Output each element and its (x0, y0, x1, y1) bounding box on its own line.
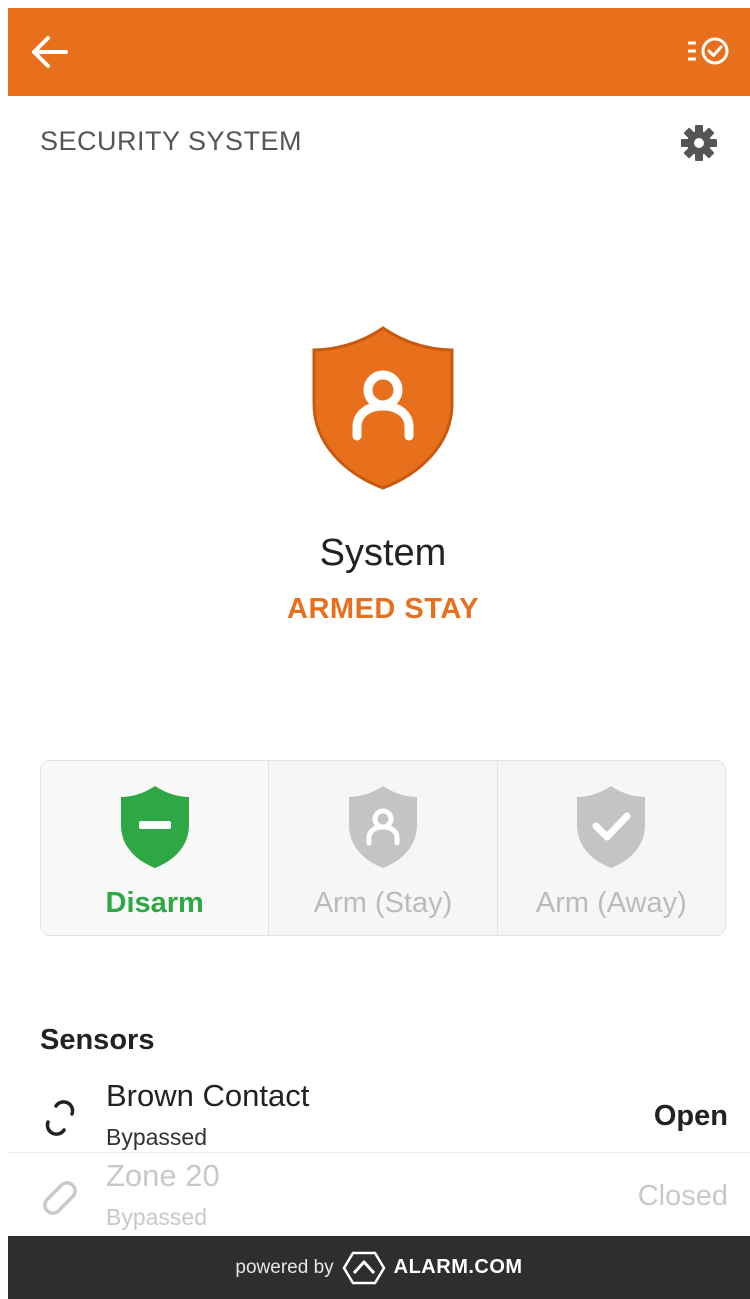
shield-person-icon (348, 786, 417, 868)
broken-link-icon (45, 1100, 75, 1136)
app-frame: SECURITY SYSTEM System ARMED STAY Disarm… (8, 8, 750, 1299)
sensor-status: Open (653, 1100, 728, 1132)
powered-by-text: powered by (235, 1256, 334, 1278)
disarm-label: Disarm (105, 887, 204, 919)
system-name: System (319, 532, 447, 574)
arrow-left-icon (32, 36, 68, 68)
brand-name: ALARM.COM (393, 1256, 523, 1278)
arm-options-panel: Disarm Arm (Stay) Arm (Away) (40, 760, 726, 936)
top-bar (8, 8, 750, 96)
alarm-com-logo-icon (342, 1251, 386, 1284)
sensors-title: Sensors (40, 1024, 155, 1056)
section-title: SECURITY SYSTEM (40, 126, 303, 156)
arm-away-button[interactable]: Arm (Away) (498, 761, 725, 935)
shield-minus-icon (120, 786, 189, 868)
back-button[interactable] (22, 26, 76, 78)
link-icon (43, 1181, 77, 1215)
sensor-name: Brown Contact (106, 1078, 310, 1113)
arm-away-label: Arm (Away) (535, 887, 687, 919)
arm-stay-label: Arm (Stay) (313, 887, 453, 919)
arm-stay-button[interactable]: Arm (Stay) (269, 761, 498, 935)
gear-icon (681, 125, 717, 161)
list-check-icon (688, 37, 729, 65)
sensor-row-brown-contact[interactable]: Brown Contact Bypassed Open (8, 1076, 750, 1156)
sensor-substatus: Bypassed (106, 1124, 208, 1150)
system-status-shield (308, 324, 458, 492)
sensor-row-zone-20[interactable]: Zone 20 Bypassed Closed (8, 1156, 750, 1236)
event-history-button[interactable] (682, 26, 736, 78)
row-divider (8, 1152, 750, 1153)
settings-button[interactable] (676, 120, 722, 166)
shield-check-icon (577, 786, 646, 868)
sensor-substatus: Bypassed (106, 1204, 208, 1230)
disarm-button[interactable]: Disarm (41, 761, 270, 935)
powered-by-footer: powered by ALARM.COM (8, 1236, 750, 1299)
shield-person-icon (312, 326, 454, 490)
sensor-name: Zone 20 (106, 1158, 220, 1193)
system-state: ARMED STAY (287, 593, 479, 625)
sensor-status: Closed (637, 1180, 728, 1212)
